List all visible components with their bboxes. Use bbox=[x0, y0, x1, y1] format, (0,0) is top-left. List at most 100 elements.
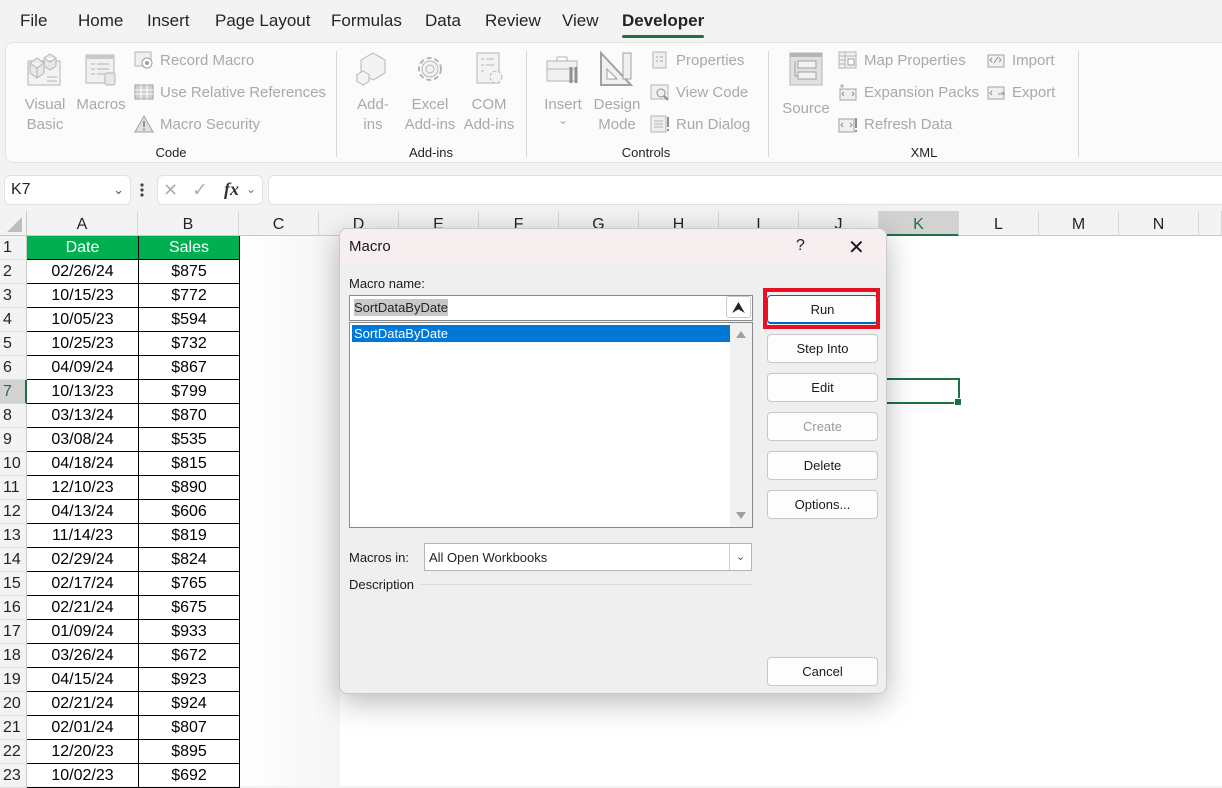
date-cell[interactable]: 10/15/23 bbox=[27, 284, 139, 308]
column-header-l[interactable]: L bbox=[959, 211, 1039, 236]
header-cell-sales[interactable]: Sales bbox=[139, 236, 240, 260]
com-addins-button[interactable]: COM Add-ins bbox=[461, 49, 517, 135]
date-cell[interactable]: 01/09/24 bbox=[27, 620, 139, 644]
macro-security-button[interactable]: Macro Security bbox=[134, 113, 260, 135]
macros-button[interactable]: Macros bbox=[74, 49, 128, 115]
close-icon[interactable]: ✕ bbox=[848, 235, 865, 260]
design-mode-button[interactable]: Design Mode bbox=[592, 49, 642, 135]
date-cell[interactable]: 02/21/24 bbox=[27, 692, 139, 716]
macro-name-input[interactable]: SortDataByDate bbox=[349, 295, 753, 321]
row-header[interactable]: 6 bbox=[0, 356, 27, 380]
row-header[interactable]: 17 bbox=[0, 620, 27, 644]
tab-review[interactable]: Review bbox=[485, 11, 541, 31]
cancel-entry-icon[interactable]: ✕ bbox=[163, 180, 178, 201]
scroll-up-icon[interactable] bbox=[736, 331, 746, 338]
tab-formulas[interactable]: Formulas bbox=[331, 11, 402, 31]
sales-cell[interactable]: $772 bbox=[139, 284, 240, 308]
row-header[interactable]: 15 bbox=[0, 572, 27, 596]
column-header-m[interactable]: M bbox=[1039, 211, 1119, 236]
sales-cell[interactable]: $535 bbox=[139, 428, 240, 452]
addins-button[interactable]: Add- ins bbox=[350, 49, 396, 135]
sales-cell[interactable]: $924 bbox=[139, 692, 240, 716]
tab-developer[interactable]: Developer bbox=[622, 11, 705, 38]
sales-cell[interactable]: $895 bbox=[139, 740, 240, 764]
more-options-icon[interactable] bbox=[140, 180, 144, 200]
dialog-titlebar[interactable]: Macro ? ✕ bbox=[340, 229, 886, 265]
row-header[interactable]: 8 bbox=[0, 404, 27, 428]
row-header[interactable]: 9 bbox=[0, 428, 27, 452]
list-scrollbar[interactable] bbox=[730, 323, 752, 527]
row-header[interactable]: 19 bbox=[0, 668, 27, 692]
column-header-c[interactable]: C bbox=[239, 211, 319, 236]
sales-cell[interactable]: $799 bbox=[139, 380, 240, 404]
excel-addins-button[interactable]: Excel Add-ins bbox=[402, 49, 458, 135]
row-header[interactable]: 21 bbox=[0, 716, 27, 740]
sales-cell[interactable]: $606 bbox=[139, 500, 240, 524]
date-cell[interactable]: 02/01/24 bbox=[27, 716, 139, 740]
row-header[interactable]: 11 bbox=[0, 476, 27, 500]
map-properties-button[interactable]: Map Properties bbox=[838, 49, 966, 71]
sales-cell[interactable]: $867 bbox=[139, 356, 240, 380]
chevron-down-icon[interactable]: ⌄ bbox=[113, 182, 124, 198]
refresh-data-button[interactable]: Refresh Data bbox=[838, 113, 952, 135]
date-cell[interactable]: 02/17/24 bbox=[27, 572, 139, 596]
sales-cell[interactable]: $890 bbox=[139, 476, 240, 500]
column-header-n[interactable]: N bbox=[1119, 211, 1199, 236]
confirm-entry-icon[interactable]: ✓ bbox=[192, 179, 208, 202]
header-cell-date[interactable]: Date bbox=[27, 236, 139, 260]
tab-data[interactable]: Data bbox=[425, 11, 461, 31]
sales-cell[interactable]: $923 bbox=[139, 668, 240, 692]
sales-cell[interactable]: $672 bbox=[139, 644, 240, 668]
sales-cell[interactable]: $594 bbox=[139, 308, 240, 332]
row-header[interactable]: 3 bbox=[0, 284, 27, 308]
select-all-button[interactable] bbox=[0, 211, 27, 236]
date-cell[interactable]: 03/08/24 bbox=[27, 428, 139, 452]
insert-control-button[interactable]: Insert ⌄ bbox=[540, 49, 586, 126]
tab-insert[interactable]: Insert bbox=[147, 11, 190, 31]
date-cell[interactable]: 04/13/24 bbox=[27, 500, 139, 524]
sales-cell[interactable]: $815 bbox=[139, 452, 240, 476]
step-into-button[interactable]: Step Into bbox=[767, 334, 878, 363]
row-header[interactable]: 23 bbox=[0, 764, 27, 788]
date-cell[interactable]: 02/29/24 bbox=[27, 548, 139, 572]
active-cell-k7[interactable] bbox=[880, 378, 962, 406]
sales-cell[interactable]: $824 bbox=[139, 548, 240, 572]
sales-cell[interactable]: $675 bbox=[139, 596, 240, 620]
collapse-dialog-button[interactable]: ⮝ bbox=[726, 296, 751, 318]
name-box[interactable]: K7 ⌄ bbox=[4, 175, 131, 205]
row-header[interactable]: 5 bbox=[0, 332, 27, 356]
sales-cell[interactable]: $870 bbox=[139, 404, 240, 428]
record-macro-button[interactable]: Record Macro bbox=[134, 49, 254, 71]
delete-button[interactable]: Delete bbox=[767, 451, 878, 480]
column-header-a[interactable]: A bbox=[27, 211, 138, 236]
run-dialog-button[interactable]: Run Dialog bbox=[650, 113, 750, 135]
options-button[interactable]: Options... bbox=[767, 490, 878, 519]
row-header[interactable]: 12 bbox=[0, 500, 27, 524]
sales-cell[interactable]: $732 bbox=[139, 332, 240, 356]
column-header-b[interactable]: B bbox=[138, 211, 239, 236]
insert-function-icon[interactable]: fx bbox=[224, 179, 239, 200]
date-cell[interactable]: 02/26/24 bbox=[27, 260, 139, 284]
properties-button[interactable]: Properties bbox=[650, 49, 744, 71]
sales-cell[interactable]: $692 bbox=[139, 764, 240, 788]
xml-source-button[interactable]: Source bbox=[780, 49, 832, 119]
edit-button[interactable]: Edit bbox=[767, 373, 878, 402]
tab-view[interactable]: View bbox=[562, 11, 599, 31]
xml-import-button[interactable]: Import bbox=[986, 49, 1055, 71]
row-header[interactable]: 1 bbox=[0, 236, 27, 260]
date-cell[interactable]: 03/13/24 bbox=[27, 404, 139, 428]
row-header[interactable]: 7 bbox=[0, 380, 27, 404]
date-cell[interactable]: 12/20/23 bbox=[27, 740, 139, 764]
formula-input[interactable] bbox=[268, 175, 1222, 205]
date-cell[interactable]: 10/25/23 bbox=[27, 332, 139, 356]
date-cell[interactable]: 04/18/24 bbox=[27, 452, 139, 476]
tab-home[interactable]: Home bbox=[78, 11, 123, 31]
tab-page-layout[interactable]: Page Layout bbox=[215, 11, 310, 31]
macro-list[interactable]: SortDataByDate bbox=[349, 322, 753, 528]
date-cell[interactable]: 04/15/24 bbox=[27, 668, 139, 692]
scroll-down-icon[interactable] bbox=[736, 512, 746, 519]
sales-cell[interactable]: $875 bbox=[139, 260, 240, 284]
date-cell[interactable]: 10/02/23 bbox=[27, 764, 139, 788]
chevron-down-icon[interactable]: ⌄ bbox=[246, 182, 256, 196]
row-header[interactable]: 14 bbox=[0, 548, 27, 572]
